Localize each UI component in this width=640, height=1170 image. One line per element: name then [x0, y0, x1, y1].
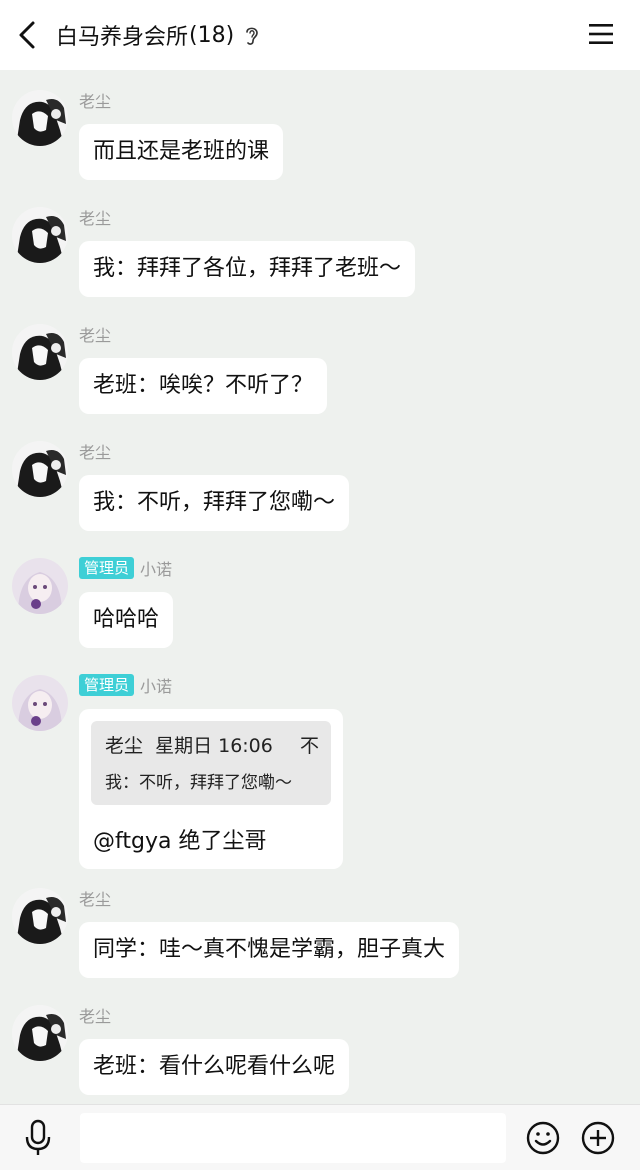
message-meta: 管理员 小诺: [79, 673, 172, 697]
ear-icon: [246, 27, 258, 45]
reply-text: @ftgya 绝了尘哥: [93, 829, 267, 854]
message-bubble[interactable]: 我：不听，拜拜了您嘞～: [79, 475, 350, 531]
input-bar: [0, 1104, 640, 1170]
avatar[interactable]: [12, 675, 68, 731]
sender-name: 老尘: [79, 1007, 112, 1026]
quote-author-time: 老尘 星期日 16:06: [105, 731, 273, 758]
message-bubble[interactable]: 哈哈哈: [79, 592, 174, 648]
header-bar: 白马养身会所 (18): [0, 0, 640, 70]
message-bubble[interactable]: 我：拜拜了各位，拜拜了老班～: [79, 241, 416, 297]
reply-bubble[interactable]: 老尘 星期日 16:06 不 我：不听，拜拜了您嘞～ @ftgya 绝了尘哥: [79, 709, 343, 869]
back-arrow-icon[interactable]: [14, 18, 42, 52]
sender-name: 老尘: [79, 326, 112, 345]
menu-icon[interactable]: [588, 22, 614, 46]
message-list[interactable]: 老尘 而且还是老班的课 老尘 我：拜拜了各位，拜拜了老班～ 老尘 老班：唉唉？不…: [0, 70, 640, 1104]
quote-author: 老尘: [105, 735, 144, 757]
quote-text: 我：不听，拜拜了您嘞～: [105, 773, 292, 793]
sender-name: 老尘: [79, 890, 112, 909]
microphone-icon[interactable]: [24, 1119, 52, 1157]
avatar[interactable]: [12, 90, 68, 146]
sender-name: 小诺: [140, 677, 173, 696]
member-count: (18): [189, 22, 235, 48]
sender-name: 小诺: [140, 560, 173, 579]
chat-title: 白马养身会所 (18): [56, 0, 260, 70]
avatar[interactable]: [12, 1005, 68, 1061]
message-item: 老尘 我：拜拜了各位，拜拜了老班～: [0, 195, 640, 305]
avatar[interactable]: [12, 888, 68, 944]
avatar[interactable]: [12, 207, 68, 263]
admin-badge: 管理员: [79, 674, 135, 696]
quote-header: 老尘 星期日 16:06 不: [105, 731, 319, 758]
quoted-message[interactable]: 老尘 星期日 16:06 不 我：不听，拜拜了您嘞～: [91, 721, 331, 805]
message-meta: 老尘: [79, 1003, 111, 1027]
avatar[interactable]: [12, 441, 68, 497]
message-input[interactable]: [80, 1113, 506, 1163]
message-bubble[interactable]: 老班：看什么呢看什么呢: [79, 1039, 350, 1095]
message-item: 老尘 我：不听，拜拜了您嘞～: [0, 429, 640, 539]
message-meta: 老尘: [79, 205, 111, 229]
group-name: 白马养身会所: [56, 25, 189, 50]
quote-trailing: 不: [299, 735, 319, 757]
chat-screen: 白马养身会所 (18) 老尘 而且还是老班的课 老尘 我：拜拜了各位，拜拜了老班…: [0, 0, 640, 1170]
message-bubble[interactable]: 同学：哇～真不愧是学霸，胆子真大: [79, 922, 460, 978]
admin-badge: 管理员: [79, 557, 135, 579]
message-item: 老尘 老班：看什么呢看什么呢: [0, 993, 640, 1103]
avatar[interactable]: [12, 324, 68, 380]
message-item: 老尘 老班：唉唉？不听了？: [0, 312, 640, 422]
message-meta: 老尘: [79, 88, 111, 112]
message-item: 老尘 同学：哇～真不愧是学霸，胆子真大: [0, 876, 640, 986]
sender-name: 老尘: [79, 92, 112, 111]
emoji-icon[interactable]: [526, 1121, 560, 1155]
quote-time: 星期日 16:06: [155, 735, 273, 757]
message-meta: 老尘: [79, 439, 111, 463]
message-meta: 老尘: [79, 886, 111, 910]
message-bubble[interactable]: 老班：唉唉？不听了？: [79, 358, 328, 414]
message-bubble[interactable]: 而且还是老班的课: [79, 124, 284, 180]
sender-name: 老尘: [79, 209, 112, 228]
message-item: 管理员 小诺 哈哈哈: [0, 546, 640, 656]
avatar[interactable]: [12, 558, 68, 614]
message-item: 管理员 小诺 老尘 星期日 16:06 不 我：不听，拜拜了您嘞～ @ftgya…: [0, 663, 640, 869]
message-meta: 老尘: [79, 322, 111, 346]
sender-name: 老尘: [79, 443, 112, 462]
message-meta: 管理员 小诺: [79, 556, 172, 580]
plus-icon[interactable]: [581, 1121, 615, 1155]
message-item: 老尘 而且还是老班的课: [0, 78, 640, 188]
